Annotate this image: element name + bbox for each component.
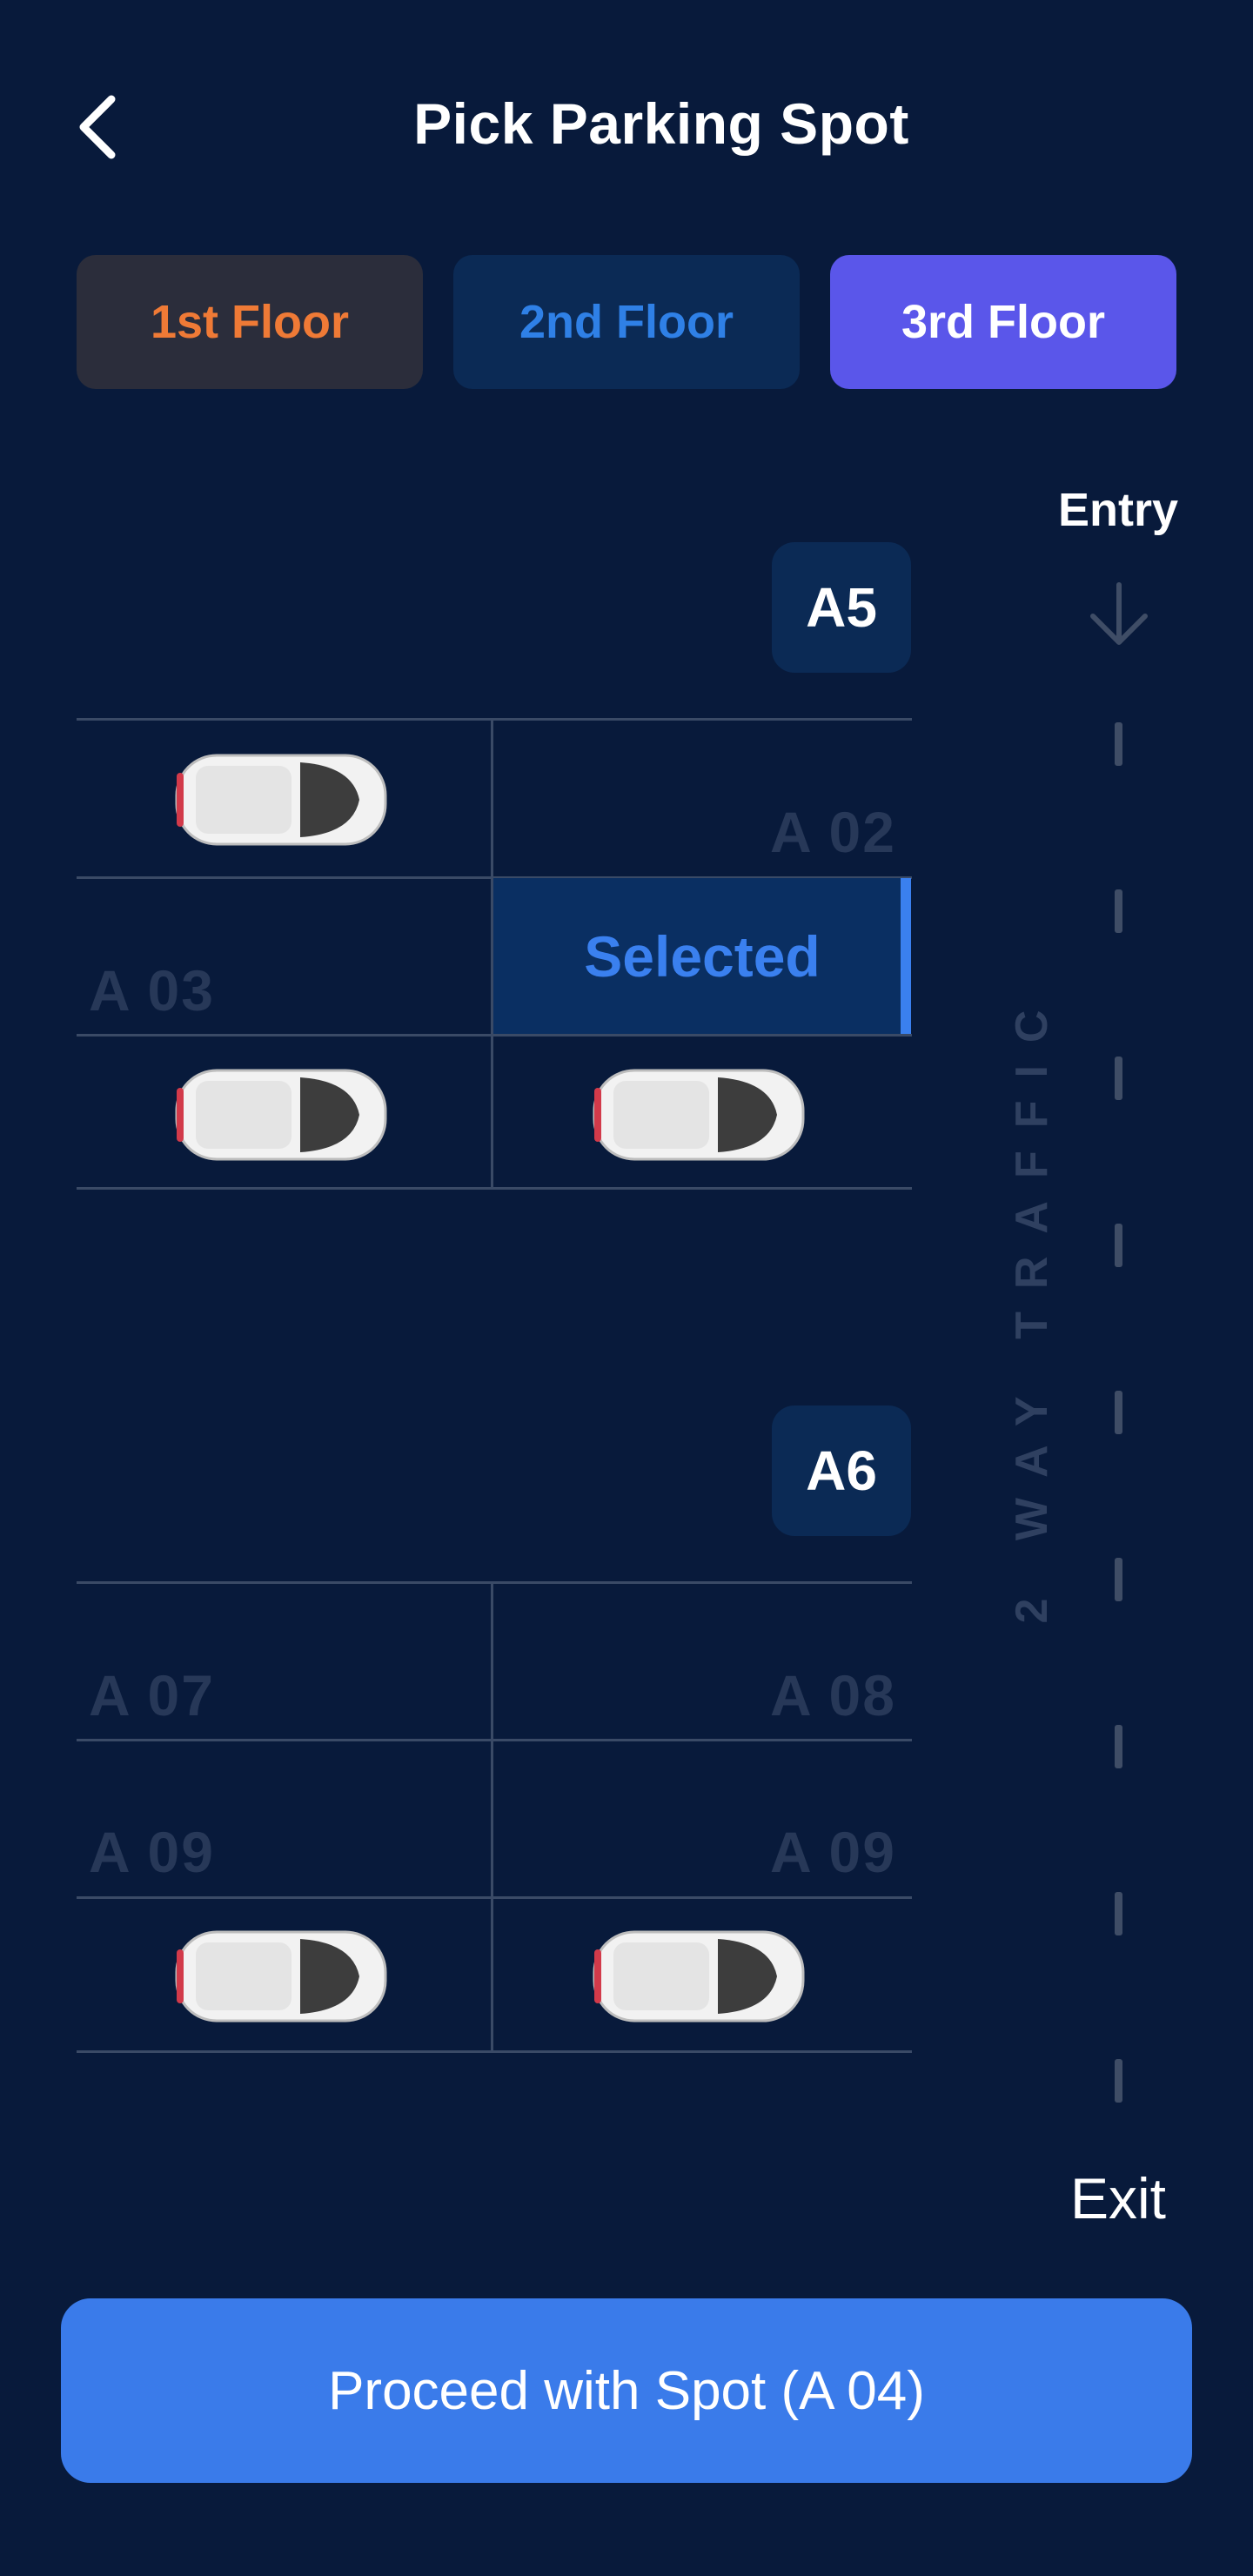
lane-dash xyxy=(1115,722,1122,766)
lot-line xyxy=(77,718,912,721)
lot-line xyxy=(77,1187,912,1190)
tab-3rd-floor[interactable]: 3rd Floor xyxy=(830,255,1176,389)
lot-line xyxy=(77,1739,912,1741)
lane-dash xyxy=(1115,1892,1122,1935)
spot-label-a09-right[interactable]: A 09 xyxy=(770,1819,896,1885)
spot-label-a02[interactable]: A 02 xyxy=(770,799,896,865)
lane-dash xyxy=(1115,889,1122,933)
page-title: Pick Parking Spot xyxy=(413,91,909,156)
lane-dash xyxy=(1115,1558,1122,1601)
lane-dash xyxy=(1115,1224,1122,1267)
lane-dash xyxy=(1115,1725,1122,1768)
lot-line xyxy=(77,2050,912,2053)
arrow-down-icon xyxy=(1090,582,1148,645)
selected-spot[interactable]: Selected xyxy=(493,878,911,1034)
lane-dash xyxy=(1115,1057,1122,1100)
lot-divider xyxy=(491,1581,493,2053)
parked-car-icon xyxy=(175,1930,387,2023)
selected-indicator xyxy=(901,878,911,1034)
lane-dash xyxy=(1115,2059,1122,2103)
traffic-text: 2 WAY TRAFFIC xyxy=(1007,987,1057,1624)
spot-label-a09-left[interactable]: A 09 xyxy=(89,1819,215,1885)
spot-label-a08[interactable]: A 08 xyxy=(770,1662,896,1728)
parked-car-icon xyxy=(175,1069,387,1161)
tab-2nd-floor[interactable]: 2nd Floor xyxy=(453,255,800,389)
lot-line xyxy=(77,1581,912,1584)
spot-label-a07[interactable]: A 07 xyxy=(89,1662,215,1728)
parked-car-icon xyxy=(593,1930,805,2023)
proceed-button[interactable]: Proceed with Spot (A 04) xyxy=(61,2298,1192,2483)
exit-label: Exit xyxy=(1069,2166,1167,2231)
section-badge-a6: A6 xyxy=(772,1405,911,1536)
parked-car-icon xyxy=(593,1069,805,1161)
spot-label-a03[interactable]: A 03 xyxy=(89,957,215,1023)
lane-dash xyxy=(1115,1391,1122,1434)
section-badge-a5: A5 xyxy=(772,542,911,673)
entry-label: Entry xyxy=(1057,484,1179,536)
parked-car-icon xyxy=(175,754,387,846)
lot-line xyxy=(77,1034,912,1036)
tab-1st-floor[interactable]: 1st Floor xyxy=(77,255,423,389)
lot-line xyxy=(77,1896,912,1899)
